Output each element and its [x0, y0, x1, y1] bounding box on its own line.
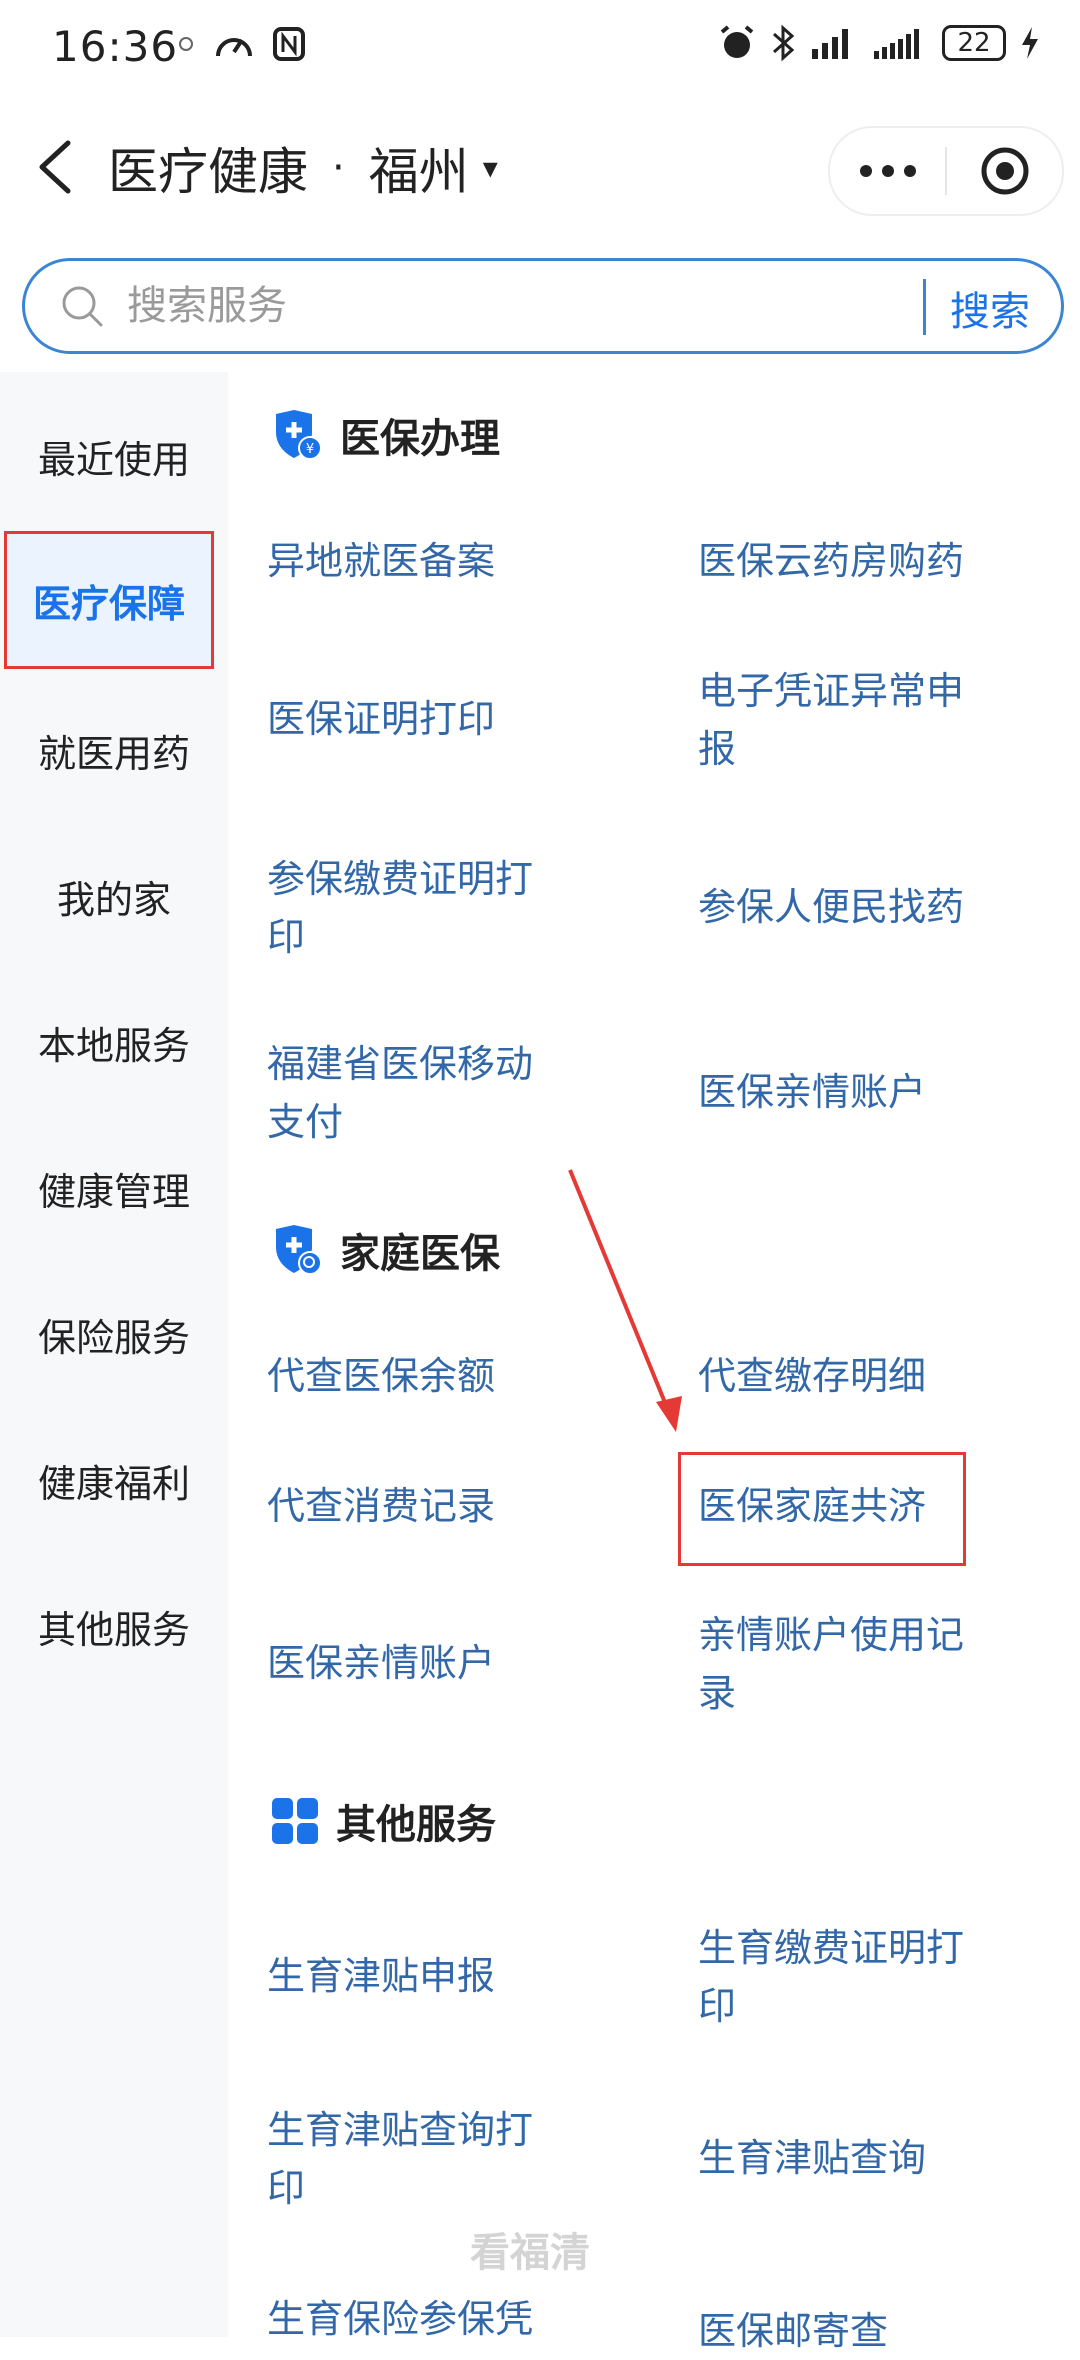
sidebar-item-local-services[interactable]: 本地服务: [0, 994, 228, 1090]
watermark: 看福清: [470, 2230, 590, 2276]
service-item[interactable]: 参保人便民找药: [698, 878, 1008, 936]
section-title: 医保办理: [340, 416, 500, 462]
service-item[interactable]: 代查缴存明细: [698, 1347, 1008, 1405]
signal-icon: [812, 29, 848, 59]
svg-text:¥: ¥: [306, 442, 314, 457]
category-sidebar: 最近使用 医疗保障 就医用药 我的家 本地服务 健康管理 保险服务 健康福利 其…: [0, 372, 228, 2337]
sidebar-item-insurance-services[interactable]: 保险服务: [0, 1286, 228, 1382]
sidebar-item-recent[interactable]: 最近使用: [0, 408, 228, 504]
service-item[interactable]: 医保邮寄查: [698, 2302, 1008, 2360]
insurance-shield-icon: ¥: [276, 410, 322, 460]
service-item[interactable]: 福建省医保移动支付: [267, 1035, 567, 1151]
alarm-icon: [720, 25, 754, 58]
family-shield-icon: [276, 1225, 322, 1275]
service-item[interactable]: 医保证明打印: [267, 690, 577, 748]
page-title-text: 医疗健康: [108, 143, 308, 201]
battery-icon: 22: [942, 25, 1006, 61]
miniprogram-capsule: [828, 126, 1064, 216]
sidebar-item-my-home[interactable]: 我的家: [0, 848, 228, 944]
speedometer-icon: [216, 38, 252, 57]
service-item[interactable]: 医保云药房购药: [698, 532, 1008, 590]
page-title: 医疗健康 · 福州 ▾: [108, 132, 498, 204]
more-button[interactable]: [830, 128, 945, 214]
search-button[interactable]: 搜索: [950, 279, 1030, 337]
sidebar-item-health-benefits[interactable]: 健康福利: [0, 1432, 228, 1528]
battery-level: 22: [957, 28, 991, 58]
service-item[interactable]: 生育津贴查询打印: [267, 2101, 567, 2217]
sidebar-item-other-services[interactable]: 其他服务: [0, 1578, 228, 1674]
back-icon[interactable]: [30, 137, 80, 197]
signal-icon-2: [874, 29, 919, 59]
search-bar: 搜索: [22, 258, 1064, 354]
target-icon: [981, 147, 1028, 195]
sidebar-item-health-management[interactable]: 健康管理: [0, 1140, 228, 1236]
more-icon: [859, 165, 916, 177]
search-divider: [923, 279, 926, 335]
service-item[interactable]: 生育津贴查询: [698, 2129, 1008, 2187]
service-item[interactable]: 代查消费记录: [267, 1477, 577, 1535]
service-item[interactable]: 电子凭证异常申报: [698, 662, 998, 778]
service-item[interactable]: 亲情账户使用记录: [698, 1606, 998, 1722]
nfc-icon: [273, 27, 305, 61]
service-item[interactable]: 医保亲情账户: [698, 1063, 1008, 1121]
status-left-icons: [176, 26, 306, 62]
section-header-other-services: 其他服务: [270, 1792, 496, 1850]
service-content: ¥ 医保办理 异地就医备案 医保云药房购药 医保证明打印 电子凭证异常申报 参保…: [228, 372, 1080, 2353]
charging-icon: [1022, 27, 1038, 59]
search-icon: [62, 286, 103, 327]
service-item[interactable]: 生育缴费证明打印: [698, 1919, 998, 2035]
grid-icon: [272, 1798, 318, 1844]
chevron-down-icon[interactable]: ▾: [483, 151, 498, 186]
city-selector[interactable]: 福州: [369, 132, 469, 204]
service-item[interactable]: 参保缴费证明打印: [267, 850, 567, 966]
sidebar-item-medical-care[interactable]: 就医用药: [0, 702, 228, 798]
service-item[interactable]: 生育保险参保凭: [267, 2290, 577, 2348]
close-miniprogram-button[interactable]: [947, 128, 1062, 214]
title-separator: ·: [332, 145, 345, 191]
service-item[interactable]: 代查医保余额: [267, 1347, 577, 1405]
service-item[interactable]: 生育津贴申报: [267, 1947, 577, 2005]
nav-bar: 医疗健康 · 福州 ▾: [0, 100, 1080, 235]
sidebar-item-medical-insurance[interactable]: 医疗保障: [4, 531, 214, 669]
sync-icon: [179, 37, 193, 51]
search-input[interactable]: [125, 273, 929, 339]
section-title: 家庭医保: [340, 1231, 500, 1277]
status-right-icons: 22: [718, 24, 1040, 62]
section-title: 其他服务: [336, 1802, 496, 1848]
service-item[interactable]: 医保亲情账户: [267, 1634, 577, 1692]
section-header-family-insurance: 家庭医保: [270, 1221, 500, 1279]
status-bar: 16:36 22: [0, 0, 1080, 100]
section-header-medical-insurance: ¥ 医保办理: [270, 406, 500, 464]
status-time: 16:36: [52, 22, 179, 71]
bluetooth-icon: [773, 24, 795, 62]
service-item[interactable]: 异地就医备案: [267, 532, 577, 590]
annotation-highlight-box: [678, 1452, 966, 1566]
